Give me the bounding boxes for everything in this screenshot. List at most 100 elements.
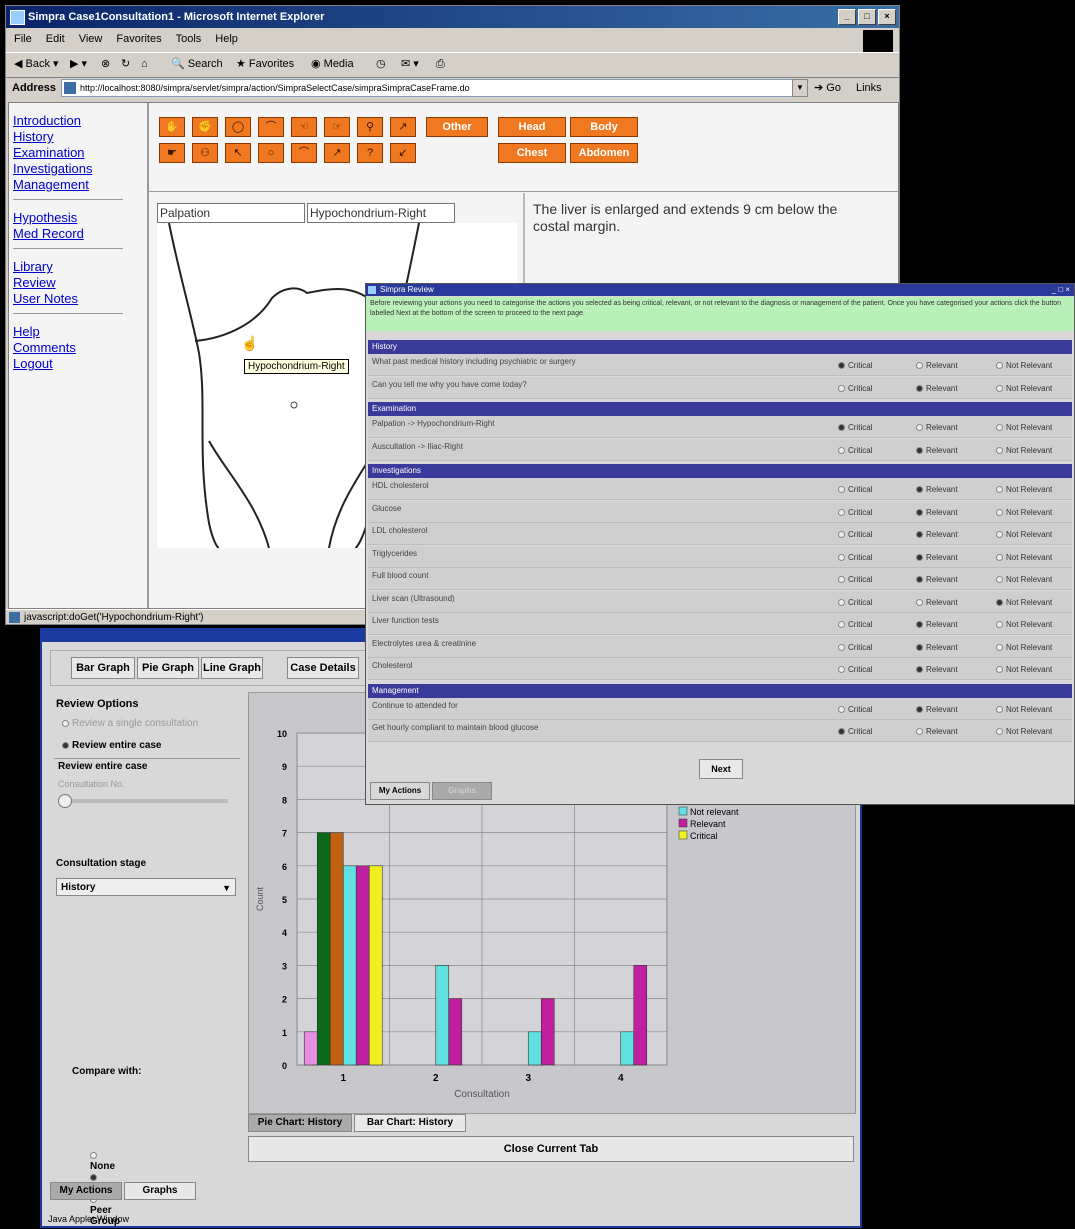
go-button[interactable]: ➔ Go	[814, 78, 841, 98]
exam-tool-icon[interactable]: ☞	[324, 117, 350, 137]
menu-help[interactable]: Help	[215, 33, 238, 45]
review-window-buttons[interactable]: _ □ ×	[1052, 284, 1070, 296]
radio-relevant[interactable]: Relevant	[916, 445, 958, 457]
history-icon[interactable]: ◷	[376, 53, 386, 75]
favorites-button[interactable]: ★ Favorites	[236, 53, 294, 75]
radio-relevant[interactable]: Relevant	[916, 704, 958, 716]
radio-not-relevant[interactable]: Not Relevant	[996, 597, 1052, 609]
close-current-tab-button[interactable]: Close Current Tab	[248, 1136, 854, 1162]
nav-link-comments[interactable]: Comments	[13, 340, 143, 356]
nav-link-review[interactable]: Review	[13, 275, 143, 291]
radio-not-relevant[interactable]: Not Relevant	[996, 360, 1052, 372]
compare-option-none[interactable]: None	[90, 1150, 115, 1172]
radio-relevant[interactable]: Relevant	[916, 507, 958, 519]
exam-tool-icon[interactable]: ?	[357, 143, 383, 163]
radio-critical[interactable]: Critical	[838, 664, 872, 676]
radio-critical[interactable]: Critical	[838, 360, 872, 372]
pie-graph-button[interactable]: Pie Graph	[137, 657, 199, 679]
menu-tools[interactable]: Tools	[176, 33, 202, 45]
exam-tool-icon[interactable]: ↗	[390, 117, 416, 137]
stop-icon[interactable]: ⊗	[101, 53, 110, 75]
radio-critical[interactable]: Critical	[838, 597, 872, 609]
next-button[interactable]: Next	[699, 759, 743, 779]
links-button[interactable]: Links	[856, 78, 882, 98]
radio-relevant[interactable]: Relevant	[916, 574, 958, 586]
radio-relevant[interactable]: Relevant	[916, 383, 958, 395]
radio-critical[interactable]: Critical	[838, 574, 872, 586]
abdomen-button[interactable]: Abdomen	[570, 143, 638, 163]
radio-relevant[interactable]: Relevant	[916, 360, 958, 372]
radio-not-relevant[interactable]: Not Relevant	[996, 619, 1052, 631]
home-icon[interactable]: ⌂	[141, 53, 148, 75]
radio-not-relevant[interactable]: Not Relevant	[996, 726, 1052, 738]
maximize-button[interactable]: □	[858, 9, 876, 25]
nav-link-logout[interactable]: Logout	[13, 356, 143, 372]
radio-critical[interactable]: Critical	[838, 619, 872, 631]
head-button[interactable]: Head	[498, 117, 566, 137]
radio-relevant[interactable]: Relevant	[916, 552, 958, 564]
nav-link-introduction[interactable]: Introduction	[13, 113, 143, 129]
nav-link-investigations[interactable]: Investigations	[13, 161, 143, 177]
review-tab-graphs[interactable]: Graphs	[432, 782, 492, 800]
nav-link-help[interactable]: Help	[13, 324, 143, 340]
bar-graph-button[interactable]: Bar Graph	[71, 657, 135, 679]
exam-tool-icon[interactable]: ⚇	[192, 143, 218, 163]
radio-not-relevant[interactable]: Not Relevant	[996, 484, 1052, 496]
radio-relevant[interactable]: Relevant	[916, 529, 958, 541]
exam-tool-icon[interactable]: ↖	[225, 143, 251, 163]
radio-not-relevant[interactable]: Not Relevant	[996, 529, 1052, 541]
radio-critical[interactable]: Critical	[838, 704, 872, 716]
exam-tool-icon[interactable]: ☜	[291, 117, 317, 137]
search-button[interactable]: 🔍 Search	[171, 53, 223, 75]
radio-relevant[interactable]: Relevant	[916, 597, 958, 609]
exam-region-field[interactable]: Hypochondrium-Right	[307, 203, 455, 223]
exam-tool-icon[interactable]: ✊	[192, 117, 218, 137]
exam-tool-icon[interactable]: ☛	[159, 143, 185, 163]
line-graph-button[interactable]: Line Graph	[201, 657, 263, 679]
media-button[interactable]: ◉ Media	[311, 53, 354, 75]
bottom-tab-graphs[interactable]: Graphs	[124, 1182, 196, 1200]
exam-tool-icon[interactable]: ◯	[225, 117, 251, 137]
radio-critical[interactable]: Critical	[838, 507, 872, 519]
radio-relevant[interactable]: Relevant	[916, 664, 958, 676]
chart-tab-bar-chart-history[interactable]: Bar Chart: History	[354, 1114, 466, 1132]
chart-tab-pie-chart-history[interactable]: Pie Chart: History	[248, 1114, 352, 1132]
radio-not-relevant[interactable]: Not Relevant	[996, 642, 1052, 654]
slider-thumb[interactable]	[58, 794, 72, 808]
nav-link-hypothesis[interactable]: Hypothesis	[13, 210, 143, 226]
back-button[interactable]: ◀ Back ▾	[14, 53, 59, 75]
radio-relevant[interactable]: Relevant	[916, 422, 958, 434]
radio-critical[interactable]: Critical	[838, 383, 872, 395]
radio-relevant[interactable]: Relevant	[916, 642, 958, 654]
exam-tool-icon[interactable]: ↙	[390, 143, 416, 163]
address-input[interactable]: http://localhost:8080/simpra/servlet/sim…	[61, 79, 796, 97]
radio-critical[interactable]: Critical	[838, 484, 872, 496]
mail-icon[interactable]: ✉ ▾	[401, 53, 419, 75]
radio-relevant[interactable]: Relevant	[916, 484, 958, 496]
radio-not-relevant[interactable]: Not Relevant	[996, 445, 1052, 457]
minimize-button[interactable]: _	[838, 9, 856, 25]
exam-tool-icon[interactable]: ⌒	[291, 143, 317, 163]
radio-critical[interactable]: Critical	[838, 642, 872, 654]
radio-not-relevant[interactable]: Not Relevant	[996, 422, 1052, 434]
radio-relevant[interactable]: Relevant	[916, 619, 958, 631]
menu-file[interactable]: File	[14, 33, 32, 45]
exam-tool-icon[interactable]: ↗	[324, 143, 350, 163]
case-details-button[interactable]: Case Details	[287, 657, 359, 679]
bottom-tab-my-actions[interactable]: My Actions	[50, 1182, 122, 1200]
body-button[interactable]: Body	[570, 117, 638, 137]
nav-link-examination[interactable]: Examination	[13, 145, 143, 161]
nav-link-management[interactable]: Management	[13, 177, 143, 193]
menu-view[interactable]: View	[79, 33, 103, 45]
radio-critical[interactable]: Critical	[838, 552, 872, 564]
radio-entire-case[interactable]: Review entire case	[62, 740, 162, 751]
consultation-stage-select[interactable]: History ▼	[56, 878, 236, 896]
radio-critical[interactable]: Critical	[838, 726, 872, 738]
radio-not-relevant[interactable]: Not Relevant	[996, 552, 1052, 564]
forward-button[interactable]: ▶ ▾	[70, 53, 87, 75]
radio-critical[interactable]: Critical	[838, 445, 872, 457]
address-dropdown-icon[interactable]: ▼	[792, 79, 808, 97]
refresh-icon[interactable]: ↻	[121, 53, 130, 75]
radio-critical[interactable]: Critical	[838, 529, 872, 541]
radio-not-relevant[interactable]: Not Relevant	[996, 574, 1052, 586]
